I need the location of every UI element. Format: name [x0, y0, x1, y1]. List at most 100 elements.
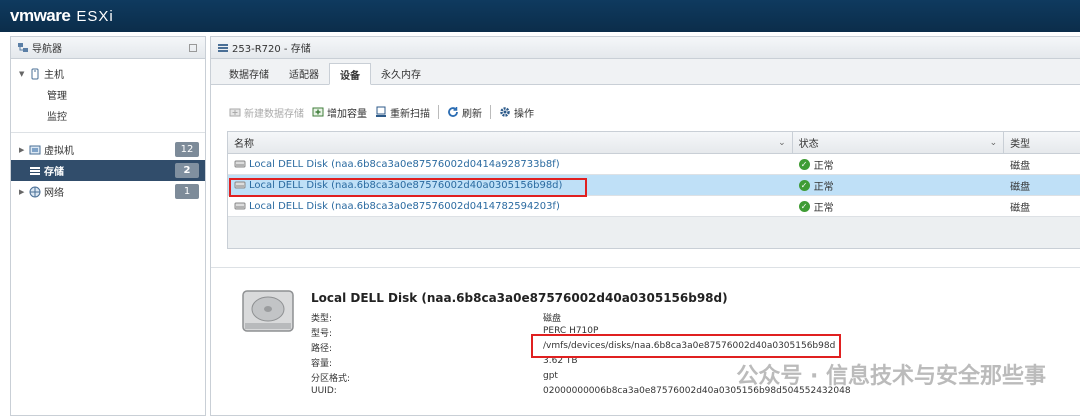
row-status-cell: ✓ 正常 [793, 196, 1005, 216]
check-circle-icon: ✓ [798, 200, 810, 212]
row-type-cell: 磁盘 [1010, 202, 1031, 214]
gear-icon [500, 107, 510, 117]
property-value: gpt [543, 371, 558, 381]
expand-triangle-icon[interactable]: ▶ [19, 146, 29, 154]
esxi-logo: ESXi [76, 7, 114, 25]
property-key: UUID: [311, 386, 337, 396]
actions-button[interactable]: 操作 [499, 105, 534, 120]
main-title-bar: 253-R720 - 存储 [211, 37, 1080, 59]
property-row: 路径: /vmfs/devices/disks/naa.6b8ca3a0e8757… [311, 341, 911, 356]
row-type-cell: 磁盘 [1010, 181, 1031, 193]
row-name: Local DELL Disk (naa.6b8ca3a0e87576002d0… [249, 158, 560, 170]
count-badge: 1 [175, 184, 199, 199]
property-value: PERC H710P [543, 326, 599, 336]
column-header-status[interactable]: 状态 ⌄ [793, 132, 1005, 153]
row-name-cell: Local DELL Disk (naa.6b8ca3a0e87576002d4… [228, 175, 793, 195]
toolbar: 新建数据存储 增加容量 重新扫描 刷新 操作 [229, 101, 542, 123]
nav-item-vms[interactable]: ▶ 虚拟机 12 [11, 139, 205, 160]
rescan-button[interactable]: 重新扫描 [375, 105, 430, 120]
disk-icon [234, 160, 246, 168]
device-detail-title: Local DELL Disk (naa.6b8ca3a0e87576002d4… [311, 291, 728, 305]
watermark-text: 公众号 · 信息技术与安全那些事 [736, 364, 1046, 389]
tab-devices[interactable]: 设备 [329, 63, 371, 85]
row-status: 正常 [813, 160, 834, 172]
divider [11, 132, 205, 133]
new-datastore-icon [229, 108, 241, 117]
nav-item-label: 存储 [44, 167, 64, 178]
row-name-cell: Local DELL Disk (naa.6b8ca3a0e87576002d0… [228, 154, 793, 174]
navigator-header: 导航器 [11, 37, 205, 59]
nav-item-network[interactable]: ▶ 网络 1 [11, 181, 205, 202]
row-name-cell: Local DELL Disk (naa.6b8ca3a0e87576002d0… [228, 196, 793, 216]
navigator-icon [18, 42, 28, 52]
property-value: 3.62 TB [543, 356, 578, 366]
property-key: 类型: [311, 314, 333, 324]
tab-adapters[interactable]: 适配器 [279, 62, 329, 84]
row-name: Local DELL Disk (naa.6b8ca3a0e87576002d4… [249, 179, 563, 191]
property-value: /vmfs/devices/disks/naa.6b8ca3a0e8757600… [543, 341, 836, 351]
button-label: 重新扫描 [390, 108, 430, 120]
check-circle-icon: ✓ [798, 158, 810, 170]
collapse-panel-icon[interactable] [189, 43, 197, 52]
table-row[interactable]: Local DELL Disk (naa.6b8ca3a0e87576002d0… [228, 196, 1080, 217]
nav-item-storage[interactable]: 存储 2 [11, 160, 205, 181]
nav-item-monitor[interactable]: 监控 [11, 105, 205, 126]
storage-icon [30, 166, 40, 175]
row-type-cell: 磁盘 [1010, 160, 1031, 172]
check-circle-icon: ✓ [798, 179, 810, 191]
property-row: 类型: 磁盘 [311, 311, 911, 326]
hard-disk-icon [242, 290, 294, 332]
property-key: 路径: [311, 344, 333, 354]
tab-persistent-memory[interactable]: 永久内存 [371, 62, 431, 84]
new-datastore-button[interactable]: 新建数据存储 [229, 105, 304, 120]
navigator-panel: 导航器 ▼ 主机 管理 监控 ▶ 虚拟机 12 存储 2 ▶ 网络 1 [10, 36, 206, 416]
button-label: 刷新 [462, 108, 482, 120]
column-header-name[interactable]: 名称 ⌄ [228, 132, 793, 153]
row-status: 正常 [813, 181, 834, 193]
expand-triangle-icon[interactable]: ▶ [19, 188, 29, 196]
refresh-icon [448, 107, 458, 117]
navigator-title: 导航器 [32, 44, 62, 55]
host-icon [31, 68, 39, 79]
toolbar-separator [438, 105, 439, 119]
nav-item-manage[interactable]: 管理 [11, 84, 205, 105]
header-label: 名称 [234, 139, 254, 150]
table-row-selected[interactable]: Local DELL Disk (naa.6b8ca3a0e87576002d4… [228, 175, 1080, 196]
toolbar-separator [490, 105, 491, 119]
table-header: 名称 ⌄ 状态 ⌄ 类型 [228, 132, 1080, 154]
expand-triangle-icon[interactable]: ▼ [19, 70, 29, 78]
row-status: 正常 [813, 202, 834, 214]
disk-icon [234, 202, 246, 210]
rescan-icon [376, 106, 386, 117]
increase-capacity-button[interactable]: 增加容量 [312, 105, 367, 120]
nav-item-label: 网络 [44, 188, 64, 199]
property-key: 容量: [311, 359, 333, 369]
chevron-down-icon[interactable]: ⌄ [778, 138, 786, 148]
header-label: 状态 [798, 139, 819, 150]
page-title: 253-R720 - 存储 [232, 44, 311, 55]
button-label: 操作 [514, 108, 534, 120]
property-row: 型号: PERC H710P [311, 326, 911, 341]
property-key: 型号: [311, 329, 333, 339]
row-status-cell: ✓ 正常 [793, 175, 1005, 195]
tab-datastores[interactable]: 数据存储 [219, 62, 279, 84]
nav-item-host[interactable]: ▼ 主机 [11, 63, 205, 84]
devices-table: 名称 ⌄ 状态 ⌄ 类型 Local DELL Disk (naa.6b8ca3a0… [227, 131, 1080, 249]
top-header: vmware ESXi [0, 0, 1080, 32]
storage-icon [218, 43, 228, 52]
tab-bar: 数据存储 适配器 设备 永久内存 [211, 59, 1080, 85]
header-label: 类型 [1010, 139, 1031, 150]
vmware-logo: vmware [10, 6, 71, 25]
column-header-type[interactable]: 类型 [1004, 132, 1080, 153]
nav-item-label: 虚拟机 [44, 146, 74, 157]
table-row[interactable]: Local DELL Disk (naa.6b8ca3a0e87576002d0… [228, 154, 1080, 175]
chevron-down-icon[interactable]: ⌄ [990, 138, 998, 148]
property-value: 磁盘 [543, 314, 562, 324]
nav-item-label: 主机 [44, 70, 64, 81]
disk-icon [234, 181, 246, 189]
network-icon [29, 186, 41, 197]
count-badge: 2 [175, 163, 199, 178]
refresh-button[interactable]: 刷新 [447, 105, 482, 120]
property-key: 分区格式: [311, 374, 351, 384]
divider [211, 267, 1080, 268]
